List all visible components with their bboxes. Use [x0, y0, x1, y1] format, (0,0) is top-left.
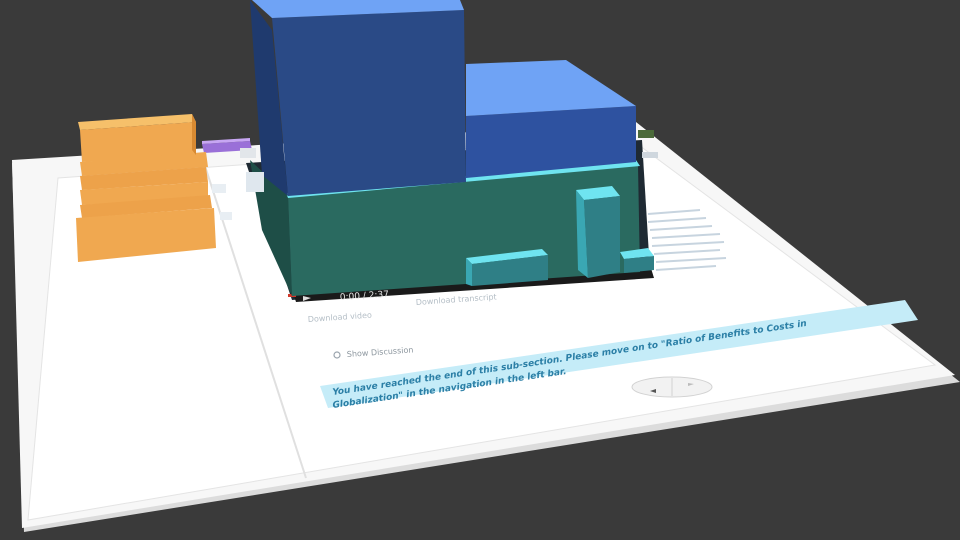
- depth-block-blue-tall: [272, 10, 466, 196]
- nav-thumb[interactable]: [638, 130, 654, 138]
- dom-3d-view: 0:00 / 2:37 Download video Download tran…: [12, 0, 960, 532]
- pager: [631, 376, 713, 398]
- nav-thumb[interactable]: [240, 148, 256, 158]
- nav-thumb[interactable]: [246, 172, 264, 192]
- depth-stack-orange: [76, 114, 216, 262]
- nav-thumb[interactable]: [642, 152, 658, 158]
- depth-block-cyan-tower: [584, 196, 620, 278]
- sidebar-tab[interactable]: [220, 212, 232, 220]
- sidebar-tab[interactable]: [212, 184, 226, 193]
